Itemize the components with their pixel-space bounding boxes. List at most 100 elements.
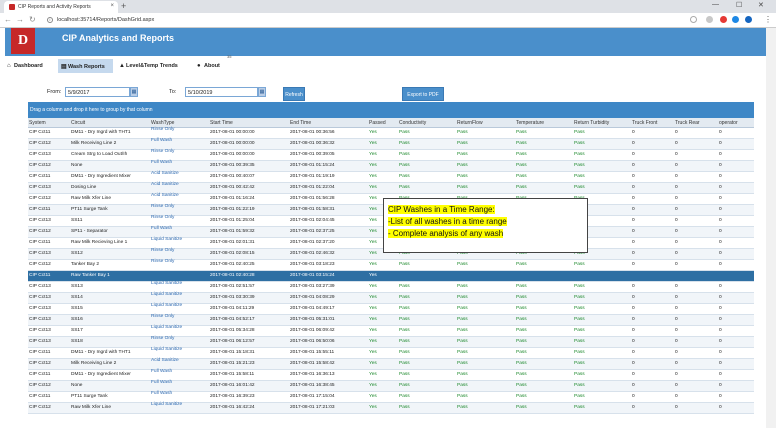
table-cell: Pass bbox=[457, 163, 468, 168]
table-row[interactable]: CIP Cct12 None Full Wash 2017-08-01 16:01:4… bbox=[28, 380, 754, 392]
table-row[interactable]: CIP Cct11 DM11 - Dry Ingredient Mixer Full… bbox=[28, 369, 754, 381]
table-cell: 2017-08-01 05:34:28 bbox=[210, 328, 255, 333]
column-header[interactable]: System bbox=[28, 118, 68, 128]
table-cell: Pass bbox=[457, 339, 468, 344]
table-cell: CIP Cct11 bbox=[29, 207, 51, 212]
table-cell: CIP Cct13 bbox=[29, 317, 51, 322]
table-cell: 0 bbox=[719, 405, 722, 410]
group-by-panel[interactable]: Drag a column and drop it here to group … bbox=[28, 102, 754, 118]
tab-close-icon[interactable]: × bbox=[110, 3, 114, 9]
column-header[interactable]: Truck Rear bbox=[674, 118, 716, 128]
column-header[interactable]: Temperature bbox=[515, 118, 571, 128]
table-row[interactable]: CIP Cct13 Dosing Line Acid Sanitize 2017-08… bbox=[28, 182, 754, 194]
table-cell: 0 bbox=[632, 295, 635, 300]
extension-icon[interactable] bbox=[706, 16, 713, 23]
refresh-button[interactable]: Refresh bbox=[283, 87, 305, 101]
table-cell: 0 bbox=[719, 361, 722, 366]
table-row[interactable]: CIP Cct12 Raw Milk Xfer Line Liquid Saniti… bbox=[28, 402, 754, 414]
table-cell: 2017-08-01 02:08:15 bbox=[210, 251, 255, 256]
new-tab-button[interactable]: + bbox=[121, 1, 126, 11]
window-close-icon[interactable]: ✕ bbox=[758, 1, 764, 9]
table-cell: 2017-08-01 04:11:29 bbox=[210, 306, 255, 311]
menu-about[interactable]: ● About bbox=[197, 59, 229, 73]
table-cell: Liquid Sanitize bbox=[151, 281, 183, 286]
browser-tab[interactable]: CIP Reports and Activity Reports × bbox=[4, 1, 118, 13]
table-row[interactable]: CIP Cct11 DM11 - Dry Ingrd with THT1 Rinse… bbox=[28, 127, 754, 139]
menu-dots-icon[interactable]: ⋮ bbox=[764, 14, 772, 26]
back-icon[interactable]: ← bbox=[4, 14, 12, 26]
chart-icon: ▤ bbox=[61, 64, 67, 70]
extension-blue-icon[interactable] bbox=[732, 16, 739, 23]
table-cell: Pass bbox=[574, 284, 585, 289]
column-header[interactable]: Start Time bbox=[209, 118, 287, 128]
table-cell: 0 bbox=[719, 262, 722, 267]
menu-about-label: About bbox=[204, 63, 220, 69]
table-row[interactable]: CIP Cct11 Raw Tanker Bay 1 2017-08-01 02:4… bbox=[28, 271, 754, 282]
table-cell: Rinse Only bbox=[151, 215, 175, 220]
table-cell: Pass bbox=[399, 383, 410, 388]
table-cell: 0 bbox=[675, 185, 678, 190]
trend-icon: ▲ bbox=[119, 63, 125, 69]
table-cell: CIP Cct12 bbox=[29, 196, 51, 201]
reload-icon[interactable]: ↻ bbox=[29, 14, 36, 26]
to-date-input[interactable]: 5/10/2019 bbox=[185, 87, 258, 97]
column-header[interactable]: Conductivity bbox=[398, 118, 454, 128]
menu-wash-reports[interactable]: ▤Wash Reports bbox=[58, 59, 113, 73]
from-calendar-icon[interactable]: ▦ bbox=[130, 87, 138, 97]
table-row[interactable]: CIP Cct11 PT11 Surge Tank Full Wash 2017-08… bbox=[28, 391, 754, 403]
table-cell: 2017-08-01 02:37:20 bbox=[290, 240, 335, 245]
table-row[interactable]: CIP Cct11 DM11 - Dry Ingredient Mixer Acid… bbox=[28, 171, 754, 183]
menu-dashboard[interactable]: ⌂ Dashboard bbox=[7, 59, 55, 73]
profile-icon[interactable] bbox=[745, 16, 752, 23]
table-cell: CIP Cct12 bbox=[29, 383, 51, 388]
star-icon[interactable] bbox=[690, 16, 697, 23]
from-date-input[interactable]: 5/9/2017 bbox=[65, 87, 130, 97]
table-row[interactable]: CIP Cct13 SS15 Liquid Sanitize 2017-08-01 0… bbox=[28, 303, 754, 315]
column-header[interactable]: Circuit bbox=[70, 118, 148, 128]
table-cell: CIP Cct12 bbox=[29, 141, 51, 146]
export-pdf-button[interactable]: Export to PDF bbox=[402, 87, 444, 101]
column-header[interactable]: ReturnFlow bbox=[456, 118, 513, 128]
table-cell: Full Wash bbox=[151, 226, 173, 231]
table-cell: Yes bbox=[369, 361, 377, 366]
column-header[interactable]: End Time bbox=[289, 118, 366, 128]
table-cell: 2017-08-01 16:38:45 bbox=[290, 383, 335, 388]
table-cell: 2017-08-01 15:55:11 bbox=[290, 350, 335, 355]
table-cell: Pass bbox=[574, 372, 585, 377]
column-header[interactable]: Passed bbox=[368, 118, 396, 128]
table-row[interactable]: CIP Cct12 Milk Receiving Line 2 Acid Sanit… bbox=[28, 358, 754, 370]
column-header[interactable]: operator bbox=[718, 118, 754, 128]
extension-red-icon[interactable] bbox=[720, 16, 727, 23]
table-row[interactable]: CIP Cct11 DM11 - Dry Ingrd with THT1 Liqui… bbox=[28, 347, 754, 359]
table-cell: SP11 - Separator bbox=[71, 229, 108, 234]
tab-title: CIP Reports and Activity Reports bbox=[18, 4, 91, 10]
table-cell: 2017-08-01 06:09:42 bbox=[290, 328, 335, 333]
table-cell: Yes bbox=[369, 284, 377, 289]
table-cell: Pass bbox=[457, 141, 468, 146]
table-row[interactable]: CIP Cct13 SS17 Liquid Sanitize 2017-08-01 0… bbox=[28, 325, 754, 337]
maximize-icon[interactable]: ☐ bbox=[736, 1, 742, 9]
table-row[interactable]: CIP Cct13 SS16 Rinse Only 2017-08-01 04:52:… bbox=[28, 314, 754, 326]
column-header[interactable]: Return Turbidity bbox=[573, 118, 629, 128]
url-field[interactable]: i localhost:35714/Reports/DashGrid.aspx bbox=[44, 15, 684, 25]
column-header[interactable]: Truck Front bbox=[631, 118, 672, 128]
table-cell: 0 bbox=[719, 218, 722, 223]
table-row[interactable]: CIP Cct13 SS13 Liquid Sanitize 2017-08-01 0… bbox=[28, 281, 754, 293]
table-row[interactable]: CIP Cct13 SS18 Rinse Only 2017-08-01 06:12:… bbox=[28, 336, 754, 348]
table-cell: Pass bbox=[574, 306, 585, 311]
wash-grid: Drag a column and drop it here to group … bbox=[28, 102, 754, 428]
to-calendar-icon[interactable]: ▦ bbox=[258, 87, 266, 97]
page-scrollbar[interactable] bbox=[766, 28, 776, 428]
table-row[interactable]: CIP Cct12 None Full Wash 2017-08-01 00:39:3… bbox=[28, 160, 754, 172]
table-row[interactable]: CIP Cct12 Milk Receiving Line 2 Full Wash 2… bbox=[28, 138, 754, 150]
info-icon: i bbox=[47, 17, 53, 23]
table-row[interactable]: CIP Cct12 Tanker Bay 2 Rinse Only 2017-08-0… bbox=[28, 259, 754, 271]
forward-icon[interactable]: → bbox=[16, 14, 24, 26]
table-row[interactable]: CIP Cct13 SS14 Liquid Sanitize 2017-08-01 0… bbox=[28, 292, 754, 304]
table-cell: 2017-08-01 01:15:24 bbox=[290, 163, 335, 168]
menu-level-temp-trends[interactable]: ▲Level&Temp Trends bbox=[119, 59, 194, 73]
table-cell: Pass bbox=[574, 141, 585, 146]
minimize-icon[interactable]: — bbox=[712, 1, 719, 8]
table-row[interactable]: CIP Cct13 Cream Strg to Load Out/Ih Rinse … bbox=[28, 149, 754, 161]
table-cell: 0 bbox=[719, 229, 722, 234]
